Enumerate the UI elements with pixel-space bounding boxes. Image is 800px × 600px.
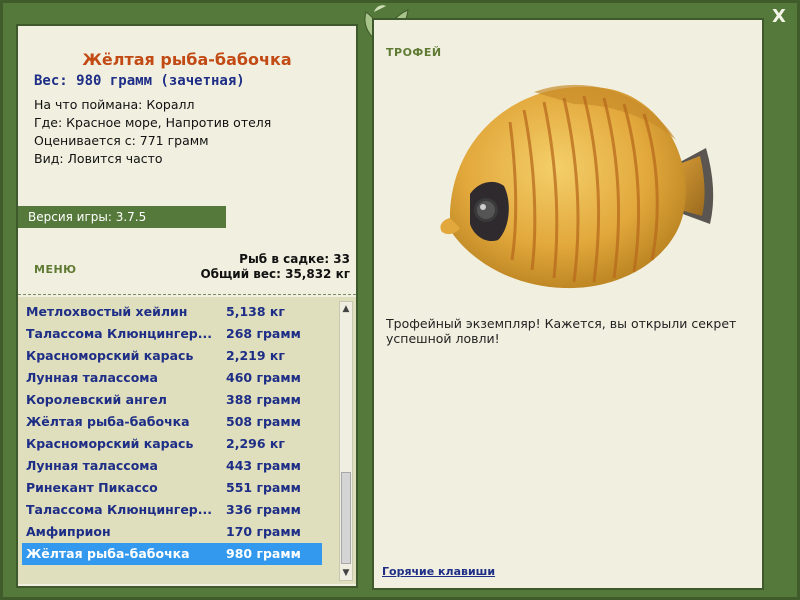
game-version: Версия игры: 3.7.5: [18, 206, 226, 228]
fish-weight-value: 2,219 кг: [226, 348, 285, 363]
catch-details: На что поймана: Коралл Где: Красное море…: [34, 96, 271, 168]
divider: [18, 294, 356, 295]
close-button[interactable]: X: [768, 6, 790, 28]
fish-name: Королевский ангел: [26, 392, 167, 407]
fish-weight-value: 508 грамм: [226, 414, 301, 429]
list-item[interactable]: Лунная талассома 443 грамм: [22, 455, 322, 477]
fish-name: Красноморский карась: [26, 436, 194, 451]
scroll-thumb[interactable]: [341, 472, 351, 564]
list-item[interactable]: Метлохвостый хейлин 5,138 кг: [22, 301, 322, 323]
hotkeys-link[interactable]: Горячие клавиши: [382, 565, 495, 578]
list-scrollbar[interactable]: ▲ ▼: [339, 301, 353, 581]
list-item[interactable]: Талассома Клюнцингер... 268 грамм: [22, 323, 322, 345]
fish-name: Талассома Клюнцингер...: [26, 502, 212, 517]
scroll-up-icon[interactable]: ▲: [340, 302, 352, 316]
fish-weight-value: 170 грамм: [226, 524, 301, 539]
fish-weight: Вес: 980 грамм (зачетная): [34, 73, 245, 89]
fish-name: Ринекант Пикассо: [26, 480, 158, 495]
location-info: Где: Красное море, Напротив отеля: [34, 115, 272, 130]
fish-weight-value: 336 грамм: [226, 502, 301, 517]
list-item[interactable]: Красноморский карась 2,296 кг: [22, 433, 322, 455]
list-item[interactable]: Королевский ангел 388 грамм: [22, 389, 322, 411]
trophy-label: ТРОФЕЙ: [386, 46, 442, 59]
scroll-down-icon[interactable]: ▼: [340, 566, 352, 580]
fish-weight-value: 268 грамм: [226, 326, 301, 341]
fish-weight-value: 388 грамм: [226, 392, 301, 407]
list-item[interactable]: Талассома Клюнцингер... 336 грамм: [22, 499, 322, 521]
list-item[interactable]: Жёлтая рыба-бабочка 980 грамм: [22, 543, 322, 565]
list-item[interactable]: Жёлтая рыба-бабочка 508 грамм: [22, 411, 322, 433]
fish-name: Амфиприон: [26, 524, 111, 539]
fish-weight-value: 5,138 кг: [226, 304, 285, 319]
fish-name: Лунная талассома: [26, 370, 158, 385]
fish-name: Жёлтая рыба-бабочка: [26, 414, 190, 429]
min-weight-info: Оценивается с: 771 грамм: [34, 133, 209, 148]
catch-info-panel: Жёлтая рыба-бабочка Вес: 980 грамм (заче…: [16, 24, 358, 588]
fish-count: Рыб в садке: 33: [239, 252, 350, 266]
menu-button[interactable]: МЕНЮ: [34, 263, 77, 276]
fish-weight-value: 2,296 кг: [226, 436, 285, 451]
total-weight: Общий вес: 35,832 кг: [200, 267, 350, 281]
keep-stats: Рыб в садке: 33 Общий вес: 35,832 кг: [200, 252, 350, 282]
caught-fish-list-area: Метлохвостый хейлин 5,138 кг Талассома Клю…: [18, 297, 356, 584]
frequency-info: Вид: Ловится часто: [34, 151, 163, 166]
list-item[interactable]: Ринекант Пикассо 551 грамм: [22, 477, 322, 499]
fish-name: Метлохвостый хейлин: [26, 304, 188, 319]
list-item[interactable]: Красноморский карась 2,219 кг: [22, 345, 322, 367]
fish-weight-value: 980 грамм: [226, 546, 301, 561]
fish-weight-value: 443 грамм: [226, 458, 301, 473]
fish-name: Талассома Клюнцингер...: [26, 326, 212, 341]
list-item[interactable]: Лунная талассома 460 грамм: [22, 367, 322, 389]
fish-weight-value: 551 грамм: [226, 480, 301, 495]
fish-name: Лунная талассома: [26, 458, 158, 473]
trophy-panel: ТРОФЕЙ Трофейный экземпляр! Кажется, вы …: [372, 18, 764, 590]
butterflyfish-image: [440, 84, 714, 289]
fish-name: Жёлтая рыба-бабочка: [26, 546, 190, 561]
caught-fish-list[interactable]: Метлохвостый хейлин 5,138 кг Талассома Клю…: [22, 301, 322, 565]
fish-name: Красноморский карась: [26, 348, 194, 363]
bait-info: На что поймана: Коралл: [34, 97, 195, 112]
fish-weight-value: 460 грамм: [226, 370, 301, 385]
trophy-message: Трофейный экземпляр! Кажется, вы открыли…: [386, 316, 737, 346]
fish-title: Жёлтая рыба-бабочка: [82, 50, 292, 69]
list-item[interactable]: Амфиприон 170 грамм: [22, 521, 322, 543]
